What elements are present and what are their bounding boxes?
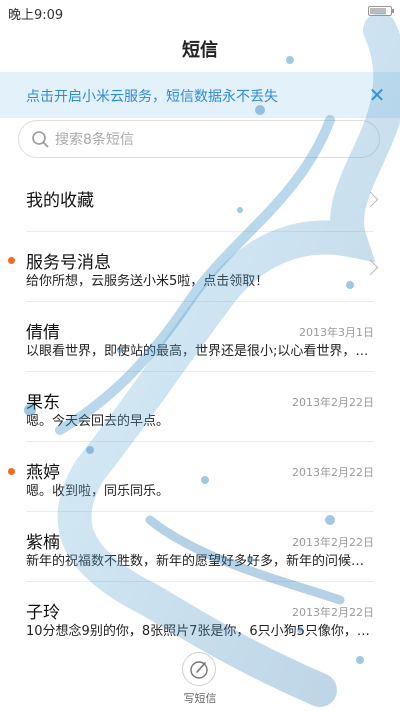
message-preview: 以眼看世界，即使站的最高，世界还是很小;以心看世界，… — [26, 344, 369, 359]
conversation-row[interactable]: 果东 2013年2月22日 嗯。今天会回去的早点。 — [0, 372, 400, 442]
unread-dot — [8, 257, 15, 264]
page-title: 短信 — [182, 40, 218, 61]
search-icon — [32, 131, 49, 148]
compose-icon — [190, 661, 208, 679]
status-bar: 晚上9:09 — [0, 0, 400, 24]
message-date: 2013年2月22日 — [292, 466, 374, 479]
battery-icon — [368, 6, 394, 16]
favorites-label: 我的收藏 — [26, 191, 94, 211]
message-date: 2013年2月22日 — [292, 606, 374, 619]
compose-button[interactable] — [182, 652, 216, 686]
search-bar[interactable] — [18, 120, 380, 158]
service-messages-row[interactable]: 服务号消息 给你所想，云服务送小米5啦，点击领取！ — [0, 232, 400, 302]
conversation-row[interactable]: 倩倩 2013年3月1日 以眼看世界，即使站的最高，世界还是很小;以心看世界，… — [0, 302, 400, 372]
conversation-row[interactable]: 子玲 2013年2月22日 10分想念9别的你，8张照片7张是你，6只小狗5只像… — [0, 582, 400, 652]
cloud-service-banner[interactable]: 点击开启小米云服务，短信数据永不丢失 ✕ — [0, 72, 400, 118]
title-bar: 短信 — [0, 24, 400, 72]
chevron-right-icon — [362, 191, 379, 208]
message-preview: 嗯。今天会回去的早点。 — [26, 414, 170, 429]
unread-dot — [8, 468, 15, 475]
message-date: 2013年3月1日 — [299, 326, 374, 339]
service-preview: 给你所想，云服务送小米5啦，点击领取！ — [26, 274, 269, 289]
message-date: 2013年2月22日 — [292, 396, 374, 409]
message-preview: 新年的祝福数不胜数，新年的愿望好多好多，新年的问候… — [26, 554, 365, 569]
message-date: 2013年2月22日 — [292, 536, 374, 549]
compose-area: 写短信 — [0, 650, 400, 711]
status-time: 晚上9:09 — [8, 8, 64, 23]
conversation-row[interactable]: 燕婷 2013年2月22日 嗯。收到啦，同乐同乐。 — [0, 442, 400, 512]
compose-label[interactable]: 写短信 — [0, 690, 400, 706]
battery-level — [370, 8, 386, 14]
favorites-row[interactable]: 我的收藏 — [0, 164, 400, 232]
conversation-row[interactable]: 紫楠 2013年2月22日 新年的祝福数不胜数，新年的愿望好多好多，新年的问候… — [0, 512, 400, 582]
search-input[interactable] — [53, 127, 357, 153]
close-icon[interactable]: ✕ — [364, 82, 390, 108]
message-preview: 10分想念9别的你，8张照片7张是你，6只小狗5只像你，4… — [26, 624, 378, 639]
banner-text[interactable]: 点击开启小米云服务，短信数据永不丢失 — [26, 86, 278, 106]
message-preview: 嗯。收到啦，同乐同乐。 — [26, 484, 170, 499]
